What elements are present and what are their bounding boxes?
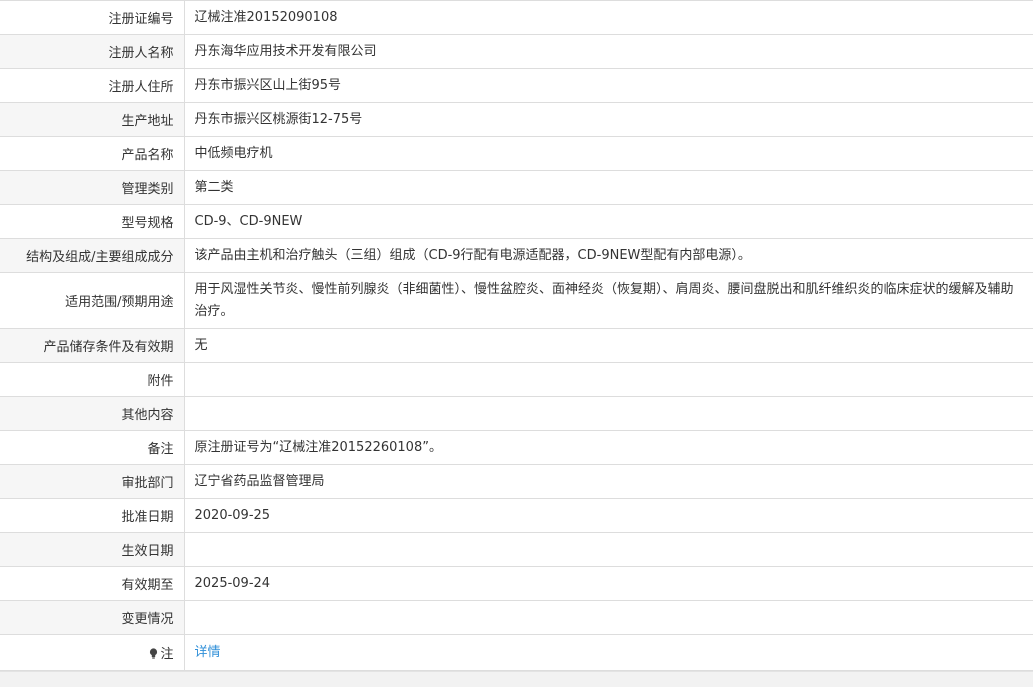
detail-table: 注册证编号 辽械注准20152090108 注册人名称 丹东海华应用技术开发有限… bbox=[0, 0, 1033, 671]
field-label: 产品储存条件及有效期 bbox=[0, 328, 185, 363]
field-label: 备注 bbox=[0, 430, 185, 465]
field-value: 辽械注准20152090108 bbox=[184, 0, 1033, 35]
row-change-status: 变更情况 bbox=[0, 600, 1033, 635]
row-structure-composition: 结构及组成/主要组成成分 该产品由主机和治疗触头（三组）组成（CD-9行配有电源… bbox=[0, 238, 1033, 273]
field-label: 注册人名称 bbox=[0, 34, 185, 69]
field-value bbox=[184, 532, 1033, 567]
field-label: 适用范围/预期用途 bbox=[0, 272, 185, 329]
field-value bbox=[184, 362, 1033, 397]
field-label: 批准日期 bbox=[0, 498, 185, 533]
field-label: 变更情况 bbox=[0, 600, 185, 635]
field-label: 其他内容 bbox=[0, 396, 185, 431]
row-remarks: 备注 原注册证号为“辽械注准20152260108”。 bbox=[0, 430, 1033, 465]
field-label: 型号规格 bbox=[0, 204, 185, 239]
field-value bbox=[184, 396, 1033, 431]
note-value-cell: 详情 bbox=[184, 634, 1033, 671]
field-label: 有效期至 bbox=[0, 566, 185, 601]
note-label: 注 bbox=[160, 647, 174, 662]
field-value: CD-9、CD-9NEW bbox=[184, 204, 1033, 239]
row-registrant-name: 注册人名称 丹东海华应用技术开发有限公司 bbox=[0, 34, 1033, 69]
lightbulb-icon bbox=[149, 648, 158, 659]
row-product-name: 产品名称 中低频电疗机 bbox=[0, 136, 1033, 171]
row-registrant-address: 注册人住所 丹东市振兴区山上街95号 bbox=[0, 68, 1033, 103]
registration-detail: 注册证编号 辽械注准20152090108 注册人名称 丹东海华应用技术开发有限… bbox=[0, 0, 1033, 687]
row-storage-validity: 产品储存条件及有效期 无 bbox=[0, 328, 1033, 363]
field-label: 附件 bbox=[0, 362, 185, 397]
field-value: 辽宁省药品监督管理局 bbox=[184, 464, 1033, 499]
field-label: 结构及组成/主要组成成分 bbox=[0, 238, 185, 273]
field-value: 原注册证号为“辽械注准20152260108”。 bbox=[184, 430, 1033, 465]
field-value: 丹东市振兴区山上街95号 bbox=[184, 68, 1033, 103]
field-value: 2025-09-24 bbox=[184, 566, 1033, 601]
field-value: 丹东海华应用技术开发有限公司 bbox=[184, 34, 1033, 69]
row-attachments: 附件 bbox=[0, 362, 1033, 397]
field-label: 注册人住所 bbox=[0, 68, 185, 103]
field-label: 审批部门 bbox=[0, 464, 185, 499]
footer-bar bbox=[0, 671, 1033, 687]
field-value: 丹东市振兴区桃源街12-75号 bbox=[184, 102, 1033, 137]
details-link[interactable]: 详情 bbox=[195, 645, 221, 660]
field-label: 生产地址 bbox=[0, 102, 185, 137]
row-approval-dept: 审批部门 辽宁省药品监督管理局 bbox=[0, 464, 1033, 499]
row-valid-until: 有效期至 2025-09-24 bbox=[0, 566, 1033, 601]
row-management-class: 管理类别 第二类 bbox=[0, 170, 1033, 205]
field-value bbox=[184, 600, 1033, 635]
field-value: 用于风湿性关节炎、慢性前列腺炎（非细菌性）、慢性盆腔炎、面神经炎（恢复期）、肩周… bbox=[184, 272, 1033, 329]
field-label: 注册证编号 bbox=[0, 0, 185, 35]
field-label: 管理类别 bbox=[0, 170, 185, 205]
row-other-content: 其他内容 bbox=[0, 396, 1033, 431]
field-label: 生效日期 bbox=[0, 532, 185, 567]
row-model-spec: 型号规格 CD-9、CD-9NEW bbox=[0, 204, 1033, 239]
field-value: 2020-09-25 bbox=[184, 498, 1033, 533]
row-reg-number: 注册证编号 辽械注准20152090108 bbox=[0, 0, 1033, 35]
field-value: 第二类 bbox=[184, 170, 1033, 205]
row-effective-date: 生效日期 bbox=[0, 532, 1033, 567]
row-approval-date: 批准日期 2020-09-25 bbox=[0, 498, 1033, 533]
field-value: 无 bbox=[184, 328, 1033, 363]
field-value: 该产品由主机和治疗触头（三组）组成（CD-9行配有电源适配器，CD-9NEW型配… bbox=[184, 238, 1033, 273]
row-note: 注 详情 bbox=[0, 634, 1033, 671]
field-value: 中低频电疗机 bbox=[184, 136, 1033, 171]
note-label-cell: 注 bbox=[0, 634, 185, 671]
field-label: 产品名称 bbox=[0, 136, 185, 171]
row-production-address: 生产地址 丹东市振兴区桃源街12-75号 bbox=[0, 102, 1033, 137]
row-intended-use: 适用范围/预期用途 用于风湿性关节炎、慢性前列腺炎（非细菌性）、慢性盆腔炎、面神… bbox=[0, 272, 1033, 329]
